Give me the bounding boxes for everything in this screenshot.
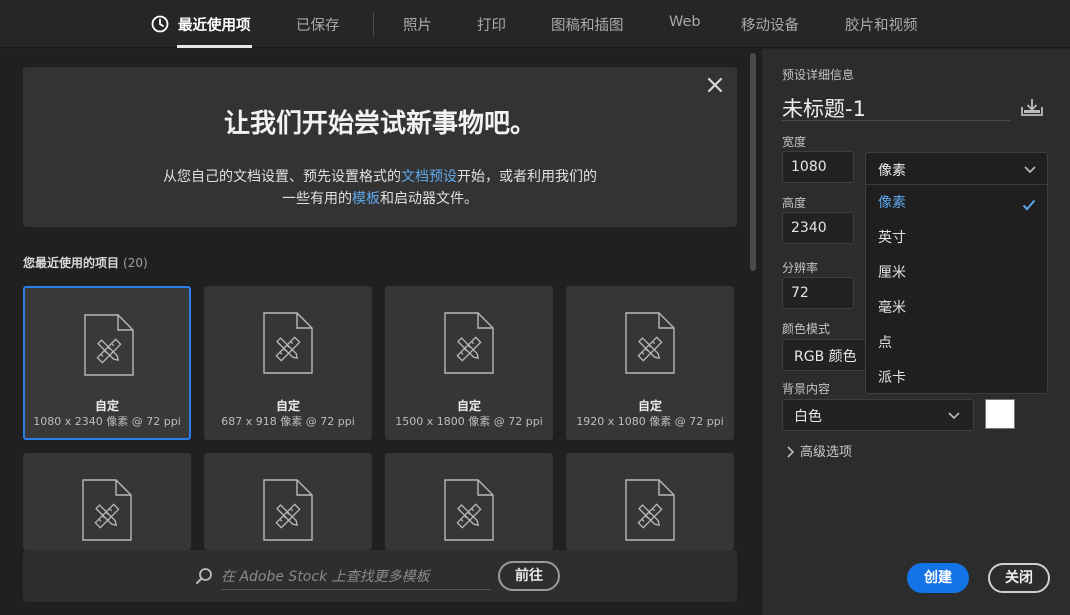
tab-saved[interactable]: 已保存 xyxy=(296,14,340,35)
welcome-text: 和启动器文件。 xyxy=(380,191,478,207)
chevron-down-icon xyxy=(948,412,960,420)
unit-option-picas[interactable]: 派卡 xyxy=(878,367,906,387)
document-icon xyxy=(263,479,313,541)
tab-art-illustration[interactable]: 图稿和插图 xyxy=(551,14,624,35)
unit-option-points[interactable]: 点 xyxy=(878,332,892,352)
welcome-banner: 让我们开始尝试新事物吧。 从您自己的文档设置、预先设置格式的文档预设开始，或者利… xyxy=(23,67,737,227)
preset-details-panel: 预设详细信息 未标题-1 宽度 1080 高度 2340 分辨率 72 颜色模式… xyxy=(761,49,1070,615)
tab-web[interactable]: Web xyxy=(669,14,701,30)
tab-mobile[interactable]: 移动设备 xyxy=(741,14,799,35)
tab-divider xyxy=(373,12,374,37)
background-label: 背景内容 xyxy=(782,382,831,396)
color-mode-label: 颜色模式 xyxy=(782,322,831,336)
preset-details-heading: 预设详细信息 xyxy=(782,68,855,82)
width-label: 宽度 xyxy=(782,135,807,149)
tab-recent[interactable]: 最近使用项 xyxy=(178,14,251,35)
recent-item-size: 1500 x 1800 像素 @ 72 ppi xyxy=(395,415,543,428)
resolution-input[interactable]: 72 xyxy=(782,277,854,309)
recent-content-area: 让我们开始尝试新事物吧。 从您自己的文档设置、预先设置格式的文档预设开始，或者利… xyxy=(0,49,760,615)
create-button[interactable]: 创建 xyxy=(907,563,969,593)
scrollbar-thumb[interactable] xyxy=(750,53,756,271)
welcome-text: 一些有用的 xyxy=(282,191,352,207)
recent-item-card[interactable] xyxy=(566,453,734,550)
recent-item-size: 1920 x 1080 像素 @ 72 ppi xyxy=(576,415,724,428)
document-icon xyxy=(625,479,675,541)
unit-option-inches[interactable]: 英寸 xyxy=(878,227,906,247)
close-icon[interactable] xyxy=(707,77,723,93)
unit-option-millimeters[interactable]: 毫米 xyxy=(878,297,906,317)
document-presets-link[interactable]: 文档预设 xyxy=(401,169,457,185)
recent-item-card[interactable] xyxy=(23,453,191,550)
recent-item-title: 自定 xyxy=(275,399,300,413)
welcome-text: 开始，或者利用我们的 xyxy=(457,169,597,185)
checkmark-icon xyxy=(1022,199,1036,211)
recent-items-count: (20) xyxy=(123,256,148,270)
recent-item-card[interactable]: 自定 1080 x 2340 像素 @ 72 ppi xyxy=(23,286,191,440)
recent-items-heading: 您最近使用的项目 (20) xyxy=(23,254,148,271)
recent-item-title: 自定 xyxy=(637,399,662,413)
recent-item-size: 1080 x 2340 像素 @ 72 ppi xyxy=(33,415,181,428)
resolution-label: 分辨率 xyxy=(782,261,819,275)
recent-item-size: 687 x 918 像素 @ 72 ppi xyxy=(221,415,355,428)
recent-item-card[interactable]: 自定 687 x 918 像素 @ 72 ppi xyxy=(204,286,372,440)
height-label: 高度 xyxy=(782,196,807,210)
unit-option-centimeters[interactable]: 厘米 xyxy=(878,262,906,282)
search-icon xyxy=(196,568,212,584)
color-mode-value: RGB 颜色 xyxy=(794,349,857,365)
top-tab-bar: 最近使用项 已保存 照片 打印 图稿和插图 Web 移动设备 胶片和视频 xyxy=(0,0,1070,48)
welcome-text-line1: 从您自己的文档设置、预先设置格式的文档预设开始，或者利用我们的 xyxy=(23,166,737,186)
go-button[interactable]: 前往 xyxy=(498,561,560,591)
recent-items-title: 您最近使用的项目 xyxy=(23,256,120,270)
active-tab-indicator xyxy=(177,45,252,48)
tab-print[interactable]: 打印 xyxy=(477,14,506,35)
document-icon xyxy=(84,314,134,376)
recent-item-card[interactable]: 自定 1500 x 1800 像素 @ 72 ppi xyxy=(385,286,553,440)
recent-item-card[interactable] xyxy=(385,453,553,550)
tab-photo[interactable]: 照片 xyxy=(403,14,432,35)
unit-dropdown[interactable]: 像素 像素 英寸 厘米 毫米 点 派卡 xyxy=(865,152,1048,394)
unit-dropdown-header[interactable]: 像素 xyxy=(866,153,1047,185)
tab-film-video[interactable]: 胶片和视频 xyxy=(845,14,918,35)
document-icon xyxy=(625,312,675,374)
width-input[interactable]: 1080 xyxy=(782,151,854,183)
document-name-field[interactable]: 未标题-1 xyxy=(782,93,1010,121)
document-icon xyxy=(82,479,132,541)
unit-selected-value: 像素 xyxy=(878,163,906,179)
welcome-title: 让我们开始尝试新事物吧。 xyxy=(223,109,536,139)
document-icon xyxy=(263,312,313,374)
recent-item-title: 自定 xyxy=(94,399,119,413)
background-color-swatch[interactable] xyxy=(985,399,1015,429)
templates-link[interactable]: 模板 xyxy=(352,191,380,207)
recent-item-card[interactable]: 自定 1920 x 1080 像素 @ 72 ppi xyxy=(566,286,734,440)
welcome-text-line2: 一些有用的模板和启动器文件。 xyxy=(23,188,737,208)
advanced-options-toggle[interactable]: 高级选项 xyxy=(800,441,852,460)
stock-search-input[interactable] xyxy=(221,564,491,590)
welcome-text: 从您自己的文档设置、预先设置格式的 xyxy=(163,169,401,185)
chevron-right-icon[interactable] xyxy=(786,446,794,458)
height-input[interactable]: 2340 xyxy=(782,212,854,244)
chevron-down-icon xyxy=(1024,166,1036,174)
recent-item-card[interactable] xyxy=(204,453,372,550)
close-button[interactable]: 关闭 xyxy=(988,563,1050,593)
clock-icon xyxy=(151,15,169,33)
save-preset-icon[interactable] xyxy=(1020,97,1044,117)
background-select[interactable]: 白色 xyxy=(782,399,974,431)
recent-item-title: 自定 xyxy=(456,399,481,413)
unit-option-pixels[interactable]: 像素 xyxy=(878,192,906,212)
document-icon xyxy=(444,312,494,374)
background-value: 白色 xyxy=(794,409,822,425)
stock-search-bar: 前往 xyxy=(23,550,737,602)
document-icon xyxy=(444,479,494,541)
